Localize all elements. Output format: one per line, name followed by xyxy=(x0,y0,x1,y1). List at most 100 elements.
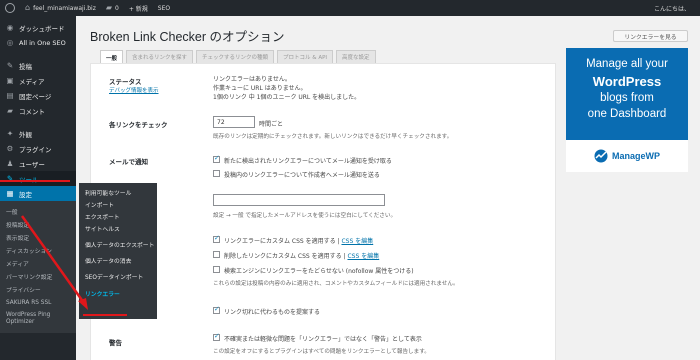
flyout-import[interactable]: インポート xyxy=(79,198,157,210)
flyout-export[interactable]: エクスポート xyxy=(79,210,157,222)
tab-advanced[interactable]: 高度な設定 xyxy=(336,50,376,63)
admin-bar: ⌂ feel_minamiawaji.biz ▰ 0 + 新規 SEO こんにちは、 xyxy=(0,0,700,16)
menu-label: 固定ページ xyxy=(19,92,52,101)
email-new-errors-checkbox[interactable] xyxy=(213,154,220,163)
warnings-opt-label: 不確実または軽微な問題を「リンクエラー」ではなく「警告」として表示 xyxy=(224,336,422,343)
managewp-logo-icon xyxy=(594,149,608,163)
site-name-menu[interactable]: ⌂ feel_minamiawaji.biz xyxy=(20,0,101,16)
submenu-writing[interactable]: 投稿設定 xyxy=(0,218,76,231)
page-title: Broken Link Checker のオプション xyxy=(90,30,285,44)
submenu-sakura-ssl[interactable]: SAKURA RS SSL xyxy=(0,296,76,309)
warnings-note: この設定をオフにするとプラグインはすべての問題をリンクエラーとして報告します。 xyxy=(213,349,430,355)
menu-plugins[interactable]: ⚙ プラグイン xyxy=(0,141,76,156)
annotation-underline-tools xyxy=(0,180,70,182)
css-removed-edit-link[interactable]: CSS を編集 xyxy=(347,253,379,260)
css-broken-checkbox[interactable] xyxy=(213,234,220,243)
submenu-permalinks[interactable]: パーマリンク設定 xyxy=(0,270,76,283)
menu-label: All in One SEO xyxy=(19,38,66,47)
css-removed-label: 削除したリンクにカスタム CSS を適用する | CSS を編集 xyxy=(224,251,379,260)
menu-posts[interactable]: ✎ 投稿 xyxy=(0,58,76,73)
email-authors-checkbox[interactable] xyxy=(213,170,220,177)
annotation-underline-broken-links xyxy=(83,314,127,316)
status-line-2: 作業キューに URL はありません。 xyxy=(213,85,307,92)
options-tabs: 一般 含まれるリンクを探す チェックするリンクの種類 プロトコル & API 高… xyxy=(100,50,376,64)
menu-label: ダッシュボード xyxy=(19,24,65,33)
tab-protocols-api[interactable]: プロトコル & API xyxy=(277,50,334,63)
account-menu[interactable]: こんにちは、 xyxy=(649,0,700,16)
menu-label: 設定 xyxy=(19,190,32,199)
notification-email-input[interactable] xyxy=(213,194,385,206)
menu-appearance[interactable]: ✦ 外観 xyxy=(0,126,76,141)
flyout-export-personal-data[interactable]: 個人データのエクスポート xyxy=(79,235,157,255)
menu-media[interactable]: ▣ メディア xyxy=(0,73,76,88)
settings-panel: ステータス デバッグ情報を表示 リンクエラーはありません。 作業キューに URL… xyxy=(90,63,556,360)
menu-dashboard[interactable]: ◉ ダッシュボード xyxy=(0,20,76,35)
seo-icon: ◎ xyxy=(6,38,14,47)
flyout-available-tools[interactable]: 利用可能なツール xyxy=(79,186,157,198)
home-icon: ⌂ xyxy=(25,3,31,12)
pin-icon: ✎ xyxy=(6,61,14,70)
suggest-alternatives-checkbox[interactable] xyxy=(213,305,220,314)
status-label: ステータス xyxy=(109,78,142,86)
menu-tools[interactable]: ✎ツール xyxy=(0,171,76,186)
nofollow-note: これらの設定は投稿の内容のみに適用され、コメントやカスタムフィールドには適用され… xyxy=(213,281,459,287)
seo-menu[interactable]: SEO xyxy=(153,0,175,16)
menu-all-in-one-seo[interactable]: ◎ All in One SEO xyxy=(0,35,76,50)
menu-pages[interactable]: ▤ 固定ページ xyxy=(0,88,76,103)
managewp-ad-banner[interactable]: Manage all your WordPress blogs from one… xyxy=(566,48,688,172)
comment-icon: ▰ xyxy=(7,106,13,115)
view-broken-links-button[interactable]: リンクエラーを見る xyxy=(613,30,688,42)
settings-submenu: 一般 投稿設定 表示設定 ディスカッション メディア パーマリンク設定 プライバ… xyxy=(0,201,76,333)
ad-line-3: blogs from xyxy=(600,92,654,104)
admin-sidebar: ◉ ダッシュボード ◎ All in One SEO ✎ 投稿 ▣ メディア ▤ 固定ペー… xyxy=(0,16,76,360)
wordpress-icon xyxy=(5,3,15,13)
menu-comments[interactable]: ▰ コメント xyxy=(0,103,76,118)
plugin-icon: ⚙ xyxy=(6,144,14,153)
css-broken-edit-link[interactable]: CSS を編集 xyxy=(341,238,373,245)
check-interval-input[interactable]: 72 xyxy=(213,116,255,128)
interval-unit: 時間ごと xyxy=(259,121,284,128)
comments-count: 0 xyxy=(115,4,119,12)
css-removed-checkbox[interactable] xyxy=(213,251,220,258)
check-each-label: 各リンクをチェック xyxy=(109,121,168,129)
css-broken-label: リンクエラーにカスタム CSS を適用する | CSS を編集 xyxy=(224,236,373,245)
tab-link-types[interactable]: チェックするリンクの種類 xyxy=(196,50,275,63)
suggest-alternatives-label: リンク切れに代わるものを提案する xyxy=(224,309,321,316)
settings-icon: ▦ xyxy=(6,189,14,198)
status-line-3: 1個のリンク 中 1個のユニーク URL を検出しました。 xyxy=(213,94,361,101)
site-name: feel_minamiawaji.biz xyxy=(33,4,96,12)
tab-general[interactable]: 一般 xyxy=(100,50,124,64)
debug-info-link[interactable]: デバッグ情報を表示 xyxy=(109,86,159,94)
flyout-seo-import[interactable]: SEOデータインポート xyxy=(79,267,157,287)
warnings-checkbox[interactable] xyxy=(213,332,220,341)
media-icon: ▣ xyxy=(6,76,14,85)
page-icon: ▤ xyxy=(6,91,14,100)
submenu-reading[interactable]: 表示設定 xyxy=(0,231,76,244)
new-content-label: + 新規 xyxy=(128,5,148,13)
nofollow-label: 検索エンジンにリンクエラーをたどらせない (nofollow 属性をつける) xyxy=(224,268,414,275)
tab-look-for-links[interactable]: 含まれるリンクを探す xyxy=(126,50,194,63)
tools-flyout-menu: 利用可能なツール インポート エクスポート サイトヘルス 個人データのエクスポー… xyxy=(79,183,157,319)
flyout-broken-links[interactable]: リンクエラー xyxy=(79,287,157,299)
submenu-privacy[interactable]: プライバシー xyxy=(0,283,76,296)
wp-logo-menu[interactable] xyxy=(0,0,20,16)
menu-settings[interactable]: ▦ 設定 xyxy=(0,186,76,201)
flyout-erase-personal-data[interactable]: 個人データの消去 xyxy=(79,255,157,267)
greeting: こんにちは、 xyxy=(653,5,690,13)
menu-label: メディア xyxy=(19,77,45,86)
flyout-site-health[interactable]: サイトヘルス xyxy=(79,223,157,235)
comments-menu[interactable]: ▰ 0 xyxy=(101,0,124,16)
new-content-menu[interactable]: + 新規 xyxy=(124,0,153,16)
ad-line-4: one Dashboard xyxy=(587,108,667,120)
ad-logo-area: ManageWP xyxy=(566,140,688,172)
menu-label: ユーザー xyxy=(19,160,45,169)
email-note: 設定 → 一般 で指定したメールアドレスを使うには空白にしてください。 xyxy=(213,213,397,219)
menu-users[interactable]: ♟ ユーザー xyxy=(0,156,76,171)
dashboard-icon: ◉ xyxy=(6,23,14,32)
submenu-general[interactable]: 一般 xyxy=(0,205,76,218)
submenu-discussion[interactable]: ディスカッション xyxy=(0,244,76,257)
submenu-ping-optimizer[interactable]: WordPress Ping Optimizer xyxy=(0,309,76,329)
menu-label: プラグイン xyxy=(19,145,52,154)
submenu-media[interactable]: メディア xyxy=(0,257,76,270)
nofollow-checkbox[interactable] xyxy=(213,266,220,273)
